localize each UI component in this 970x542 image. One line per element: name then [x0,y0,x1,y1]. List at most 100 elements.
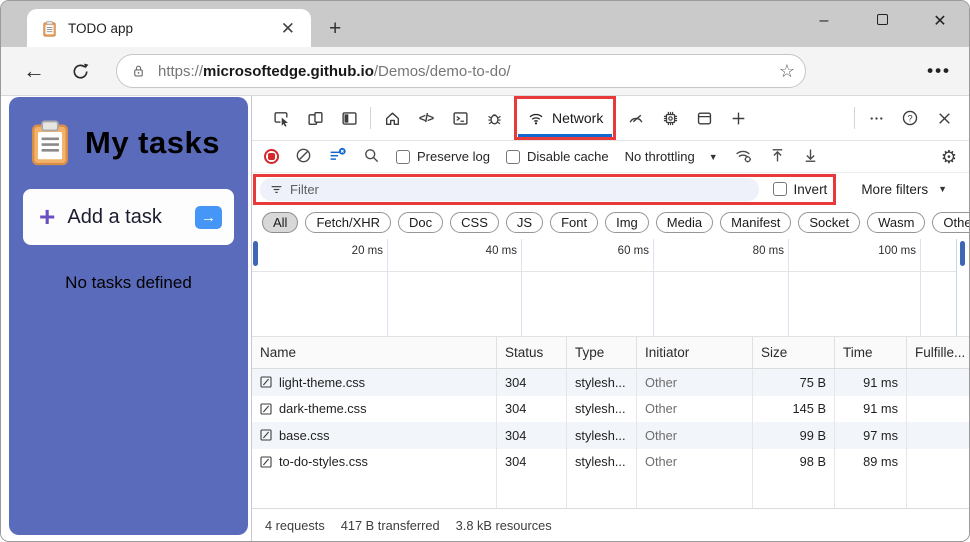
filter-type-manifest[interactable]: Manifest [720,212,791,233]
filter-type-doc[interactable]: Doc [398,212,443,233]
record-icon [268,153,275,160]
filter-type-media[interactable]: Media [656,212,713,233]
more-tools-button[interactable] [721,101,755,135]
new-tab-button[interactable]: + [329,18,341,39]
request-type-filters: All Fetch/XHR Doc CSS JS Font Img Media … [252,205,969,239]
timeline-tick: 80 ms [720,245,784,257]
filter-input[interactable] [260,178,759,201]
request-type: stylesh... [567,449,637,476]
import-har-button[interactable] [769,147,786,167]
close-window-button[interactable]: ✕ [911,11,969,31]
requests-count: 4 requests [265,518,325,533]
network-conditions-button[interactable] [734,147,753,167]
column-header-initiator[interactable]: Initiator [637,337,753,368]
timeline-tick: 100 ms [852,245,916,257]
filter-type-all[interactable]: All [262,212,298,233]
table-empty-area [252,475,969,508]
clipboard-icon [29,119,71,167]
table-row[interactable]: to-do-styles.css 304 stylesh... Other 98… [252,449,969,476]
filter-input-wrap [260,178,759,201]
network-tab-button[interactable]: Network [515,97,615,139]
table-row[interactable]: dark-theme.css 304 stylesh... Other 145 … [252,396,969,423]
preserve-log-label: Preserve log [417,149,490,164]
column-header-fulfilled[interactable]: Fulfille... [907,337,970,368]
table-row[interactable]: light-theme.css 304 stylesh... Other 75 … [252,369,969,396]
filter-type-css[interactable]: CSS [450,212,499,233]
timeline-tick: 60 ms [585,245,649,257]
request-time: 89 ms [835,449,907,476]
export-har-button[interactable] [802,147,819,167]
submit-task-button[interactable]: → [195,206,222,229]
request-fulfilled [907,396,969,423]
filter-active-icon [328,147,347,164]
checkbox-icon [773,182,787,196]
favorites-star-icon[interactable]: ☆ [779,61,795,82]
timeline-right-handle[interactable] [960,241,965,266]
column-header-size[interactable]: Size [753,337,835,368]
devtools-tabbar-right: ? [850,101,961,135]
record-network-log-button[interactable] [264,149,279,164]
application-tab-button[interactable] [687,101,721,135]
disable-cache-checkbox[interactable]: Disable cache [506,149,609,164]
address-bar[interactable]: https://microsoftedge.github.io/Demos/de… [116,54,806,88]
search-network-button[interactable] [363,147,380,167]
inspect-icon [273,110,290,127]
close-devtools-button[interactable] [927,101,961,135]
svg-text:?: ? [907,113,912,124]
timeline-tick: 20 ms [319,245,383,257]
customize-devtools-button[interactable] [859,101,893,135]
timeline-left-handle[interactable] [253,241,258,266]
invert-filter-checkbox[interactable]: Invert [773,182,828,197]
dock-side-icon [341,110,358,127]
request-initiator: Other [637,422,753,449]
dock-side-button[interactable] [332,101,366,135]
resources-size: 3.8 kB resources [456,518,552,533]
console-tab-button[interactable] [443,101,477,135]
add-task-button[interactable]: + Add a task → [23,189,234,245]
tab-close-icon[interactable]: ✕ [275,20,301,37]
content-area: My tasks + Add a task → No tasks defined [1,96,969,541]
request-fulfilled [907,449,969,476]
refresh-button[interactable] [71,62,90,81]
app-header: My tasks [29,119,248,167]
network-wifi-icon [527,110,545,126]
maximize-button[interactable] [853,12,911,30]
more-filters-label: More filters [861,182,928,197]
filter-type-font[interactable]: Font [550,212,598,233]
filter-type-img[interactable]: Img [605,212,649,233]
network-overview-timeline[interactable]: 20 ms 40 ms 60 ms 80 ms 100 ms [252,239,969,337]
browser-menu-button[interactable]: ••• [927,61,951,81]
minimize-button[interactable]: – [795,12,853,30]
column-header-type[interactable]: Type [567,337,637,368]
request-name: dark-theme.css [279,401,366,416]
toggle-filter-bar-button[interactable] [328,147,347,167]
more-filters-dropdown[interactable]: More filters ▼ [861,182,947,197]
clear-network-log-button[interactable] [295,147,312,167]
column-header-name[interactable]: Name [252,337,497,368]
filter-type-socket[interactable]: Socket [798,212,860,233]
column-header-status[interactable]: Status [497,337,567,368]
device-emulation-button[interactable] [298,101,332,135]
filter-type-other[interactable]: Other [932,212,970,233]
filter-type-js[interactable]: JS [506,212,543,233]
table-row[interactable]: base.css 304 stylesh... Other 99 B 97 ms [252,422,969,449]
browser-tab[interactable]: TODO app ✕ [27,9,311,47]
filter-type-wasm[interactable]: Wasm [867,212,925,233]
performance-tab-button[interactable] [619,101,653,135]
column-header-time[interactable]: Time [835,337,907,368]
inspect-element-button[interactable] [264,101,298,135]
filter-type-fetch-xhr[interactable]: Fetch/XHR [305,212,391,233]
request-time: 91 ms [835,396,907,423]
memory-tab-button[interactable] [653,101,687,135]
throttling-dropdown[interactable]: No throttling ▼ [625,149,718,164]
debugger-tab-button[interactable] [477,101,511,135]
welcome-tab-button[interactable] [375,101,409,135]
back-button[interactable]: ← [23,58,45,84]
preserve-log-checkbox[interactable]: Preserve log [396,149,490,164]
memory-chip-icon [662,110,679,127]
elements-tab-button[interactable]: </> [409,101,443,135]
stylesheet-file-icon [260,376,272,388]
network-settings-button[interactable]: ⚙ [941,148,957,166]
network-toolbar: Preserve log Disable cache No throttling… [252,141,969,173]
help-button[interactable]: ? [893,101,927,135]
